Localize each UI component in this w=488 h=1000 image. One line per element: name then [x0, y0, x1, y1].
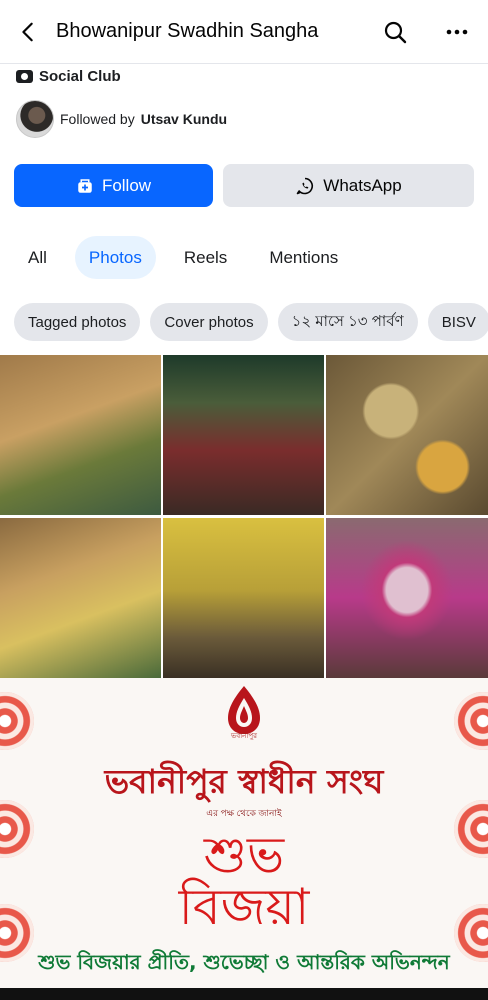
whatsapp-button[interactable]: WhatsApp	[223, 164, 474, 207]
followed-by[interactable]: Followed by Utsav Kundu	[16, 100, 227, 138]
search-button[interactable]	[364, 0, 426, 64]
chip-cover-photos[interactable]: Cover photos	[150, 303, 268, 341]
tab-mentions[interactable]: Mentions	[255, 236, 352, 279]
photo-thumbnail[interactable]	[0, 518, 161, 678]
album-chips: Tagged photos Cover photos ১২ মাসে ১৩ পা…	[14, 303, 488, 341]
whatsapp-label: WhatsApp	[323, 175, 402, 195]
top-bar: Bhowanipur Swadhin Sangha	[0, 0, 488, 64]
search-icon	[384, 21, 407, 43]
photo-thumbnail[interactable]	[326, 355, 488, 515]
action-buttons: Follow WhatsApp	[14, 164, 474, 207]
follow-label: Follow	[101, 175, 152, 195]
logo-caption: ভবানীপুর	[231, 733, 257, 740]
avatar[interactable]	[16, 100, 54, 138]
photo-thumbnail[interactable]	[0, 355, 161, 515]
chip-album-12-months[interactable]: ১২ মাসে ১৩ পার্বণ	[277, 303, 418, 341]
category-label: Social Club	[39, 68, 121, 85]
followed-name[interactable]: Utsav Kundu	[141, 111, 227, 127]
photo-grid	[0, 355, 488, 678]
photo-thumbnail[interactable]	[326, 518, 488, 678]
chip-tagged-photos[interactable]: Tagged photos	[14, 303, 141, 341]
chip-bisv[interactable]: BISV	[427, 303, 488, 341]
tab-reels[interactable]: Reels	[170, 236, 241, 279]
photo-thumbnail[interactable]	[163, 518, 324, 678]
bottom-edge	[0, 988, 488, 1000]
photo-thumbnail[interactable]	[163, 355, 324, 515]
more-options-button[interactable]	[426, 0, 488, 64]
whatsapp-icon	[296, 177, 314, 194]
page-title: Bhowanipur Swadhin Sangha	[56, 20, 319, 42]
tab-photos[interactable]: Photos	[74, 236, 156, 279]
back-button[interactable]	[0, 0, 56, 64]
follow-icon	[78, 178, 92, 193]
banner-wishes: শুভ বিজয়ার প্রীতি, শুভেচ্ছা ও আন্তরিক অ…	[38, 950, 450, 974]
photo-banner[interactable]: ভবানীপুর ভবানীপুর স্বাধীন সংঘ এর পক্ষ থে…	[0, 678, 488, 988]
followed-prefix: Followed by	[60, 111, 135, 127]
banner-club-name: ভবানীপুর স্বাধীন সংঘ	[104, 762, 384, 801]
back-arrow-icon	[22, 22, 33, 41]
content-tabs: All Photos Reels Mentions	[14, 236, 352, 279]
briefcase-icon	[16, 70, 33, 83]
more-icon	[446, 29, 468, 34]
follow-button[interactable]: Follow	[14, 164, 213, 207]
banner-greeting-2: বিজয়া	[178, 878, 310, 936]
page-category: Social Club	[16, 68, 121, 85]
tab-all[interactable]: All	[14, 236, 61, 279]
